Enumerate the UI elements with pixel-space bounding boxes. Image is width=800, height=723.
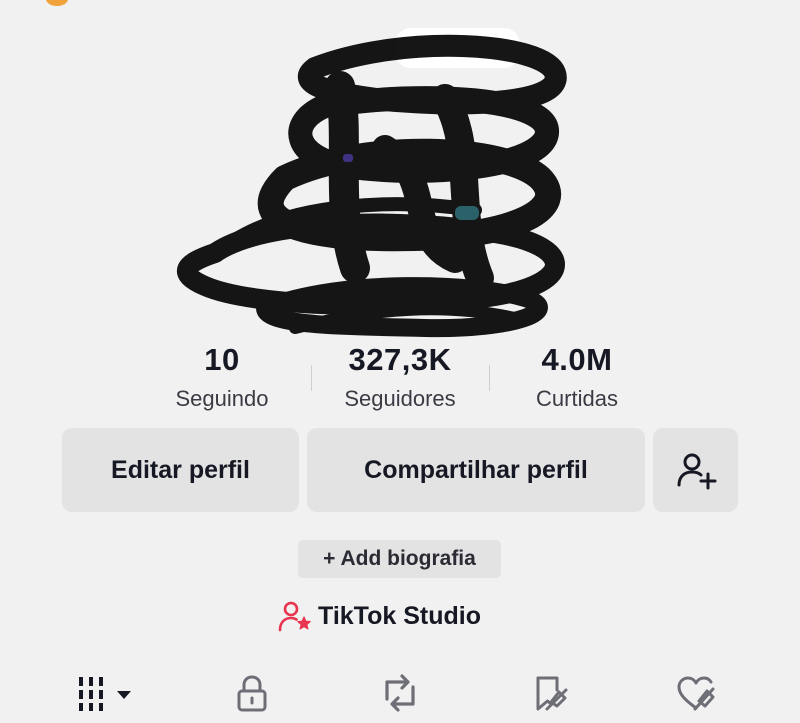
stat-likes[interactable]: 4.0M Curtidas	[477, 340, 677, 414]
profile-content-tabs	[0, 664, 800, 723]
status-indicator-dot	[46, 0, 68, 6]
person-star-icon	[278, 601, 311, 632]
tab-videos[interactable]	[70, 668, 140, 718]
repost-icon	[385, 674, 415, 712]
tab-liked[interactable]	[666, 668, 726, 718]
stat-followers[interactable]: 327,3K Seguidores	[300, 340, 500, 414]
tab-favorites[interactable]	[520, 668, 580, 718]
tab-private[interactable]	[222, 668, 282, 718]
profile-avatar[interactable]	[175, 28, 585, 338]
bookmark-icon	[536, 676, 568, 711]
likes-count: 4.0M	[541, 342, 613, 377]
tab-reposts[interactable]	[370, 668, 430, 718]
tiktok-studio-link[interactable]: TikTok Studio	[278, 596, 481, 636]
likes-label: Curtidas	[536, 386, 618, 411]
avatar-color-speck	[343, 154, 353, 162]
stats-divider	[311, 365, 312, 391]
share-profile-button[interactable]: Compartilhar perfil	[307, 428, 645, 512]
profile-stats: 10 Seguindo 327,3K Seguidores 4.0M Curti…	[0, 340, 800, 420]
grid-icon	[79, 677, 131, 711]
lock-icon	[237, 675, 267, 712]
tiktok-studio-label: TikTok Studio	[318, 601, 481, 630]
stat-following[interactable]: 10 Seguindo	[122, 340, 322, 414]
following-count: 10	[204, 342, 240, 377]
add-bio-button[interactable]: + Add biografia	[298, 540, 501, 578]
add-friend-button[interactable]	[653, 428, 738, 512]
followers-label: Seguidores	[344, 386, 456, 411]
stats-divider	[489, 365, 490, 391]
following-label: Seguindo	[175, 386, 269, 411]
avatar-color-speck	[455, 206, 479, 220]
liked-heart-icon	[677, 676, 715, 711]
followers-count: 327,3K	[348, 342, 452, 377]
avatar-scribble	[177, 34, 567, 338]
person-plus-icon	[677, 453, 716, 490]
edit-profile-button[interactable]: Editar perfil	[62, 428, 299, 512]
